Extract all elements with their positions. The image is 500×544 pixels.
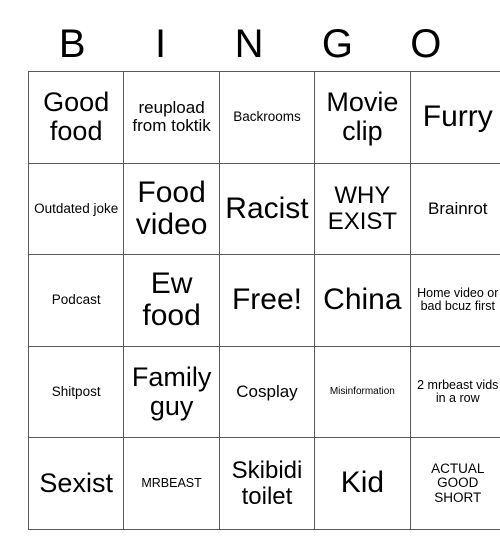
bingo-cell-label: Sexist bbox=[39, 468, 113, 499]
bingo-row: Shitpost Family guy Cosplay Misinformati… bbox=[27, 345, 500, 439]
bingo-cell[interactable]: Skibidi toilet bbox=[218, 437, 316, 530]
bingo-cell[interactable]: Furry bbox=[409, 71, 500, 164]
bingo-cell-label: MRBEAST bbox=[141, 475, 202, 490]
bingo-cell-label: Racist bbox=[225, 191, 309, 225]
bingo-cell[interactable]: Backrooms bbox=[218, 71, 316, 164]
bingo-cell-label: Good food bbox=[43, 87, 110, 147]
bingo-cell-label: Backrooms bbox=[233, 109, 301, 124]
bingo-card: B I N G O Good food reupload from toktik… bbox=[0, 0, 500, 544]
bingo-cell[interactable]: Sexist bbox=[27, 437, 125, 530]
bingo-cell-label: China bbox=[323, 283, 402, 317]
bingo-cell-label: ACTUAL GOOD SHORT bbox=[431, 460, 485, 505]
bingo-cell[interactable]: Misinformation bbox=[314, 345, 411, 439]
bingo-cell[interactable]: Ew food bbox=[123, 254, 220, 347]
bingo-header-letter-b: B bbox=[58, 22, 86, 66]
bingo-cell-label: Movie clip bbox=[326, 87, 399, 147]
bingo-cell-label: Home video or bad bcuz first bbox=[417, 285, 499, 314]
bingo-cell-label: WHY EXIST bbox=[327, 181, 398, 235]
bingo-header-row: B I N G O bbox=[28, 18, 470, 70]
bingo-cell[interactable]: Good food bbox=[27, 71, 125, 164]
bingo-cell-free[interactable]: Free! bbox=[218, 254, 316, 347]
bingo-cell-label: Outdated joke bbox=[34, 200, 119, 216]
bingo-cell[interactable]: 2 mrbeast vids in a row bbox=[409, 345, 500, 439]
bingo-cell[interactable]: Movie clip bbox=[314, 71, 411, 164]
bingo-cell[interactable]: reupload from toktik bbox=[123, 71, 220, 164]
bingo-cell-label: Skibidi toilet bbox=[231, 456, 303, 510]
bingo-cell-label: Food video bbox=[135, 175, 208, 241]
bingo-cell-label: 2 mrbeast vids in a row bbox=[417, 377, 499, 406]
bingo-cell-label: Brainrot bbox=[427, 198, 488, 218]
bingo-cell-label: Shitpost bbox=[51, 383, 101, 399]
bingo-cell[interactable]: ACTUAL GOOD SHORT bbox=[409, 437, 500, 530]
bingo-cell-label: Podcast bbox=[51, 292, 101, 308]
bingo-cell-label: Kid bbox=[340, 466, 385, 500]
bingo-grid: Good food reupload from toktik Backrooms… bbox=[27, 71, 500, 530]
bingo-cell-label: Family guy bbox=[131, 361, 212, 422]
bingo-cell[interactable]: Outdated joke bbox=[27, 162, 125, 256]
bingo-cell[interactable]: Food video bbox=[123, 162, 220, 256]
bingo-cell[interactable]: Shitpost bbox=[27, 345, 125, 439]
bingo-cell-label: Ew food bbox=[142, 267, 201, 333]
bingo-cell[interactable]: China bbox=[314, 254, 411, 347]
bingo-row: Sexist MRBEAST Skibidi toilet Kid ACTUAL… bbox=[27, 437, 500, 530]
bingo-header-letter-o: O bbox=[410, 22, 442, 66]
bingo-cell[interactable]: MRBEAST bbox=[123, 437, 220, 530]
bingo-cell[interactable]: Podcast bbox=[27, 254, 125, 347]
bingo-cell[interactable]: Racist bbox=[218, 162, 316, 256]
bingo-cell[interactable]: Home video or bad bcuz first bbox=[409, 254, 500, 347]
bingo-cell-label: Free! bbox=[231, 283, 302, 317]
bingo-header-letter-i: I bbox=[155, 22, 167, 66]
bingo-cell[interactable]: Brainrot bbox=[409, 162, 500, 256]
bingo-cell[interactable]: WHY EXIST bbox=[314, 162, 411, 256]
bingo-cell-label: Cosplay bbox=[236, 381, 298, 401]
bingo-cell-label: reupload from toktik bbox=[132, 97, 211, 136]
bingo-cell-label: Furry bbox=[422, 100, 493, 134]
bingo-row: Podcast Ew food Free! China Home video o… bbox=[27, 254, 500, 347]
bingo-cell[interactable]: Cosplay bbox=[218, 345, 316, 439]
bingo-header-letter-n: N bbox=[234, 22, 264, 66]
bingo-cell[interactable]: Kid bbox=[314, 437, 411, 530]
bingo-cell-label: Misinformation bbox=[329, 385, 395, 397]
bingo-cell[interactable]: Family guy bbox=[123, 345, 220, 439]
bingo-header-letter-g: G bbox=[321, 22, 353, 66]
bingo-row: Outdated joke Food video Racist WHY EXIS… bbox=[27, 162, 500, 256]
bingo-row: Good food reupload from toktik Backrooms… bbox=[27, 71, 500, 164]
